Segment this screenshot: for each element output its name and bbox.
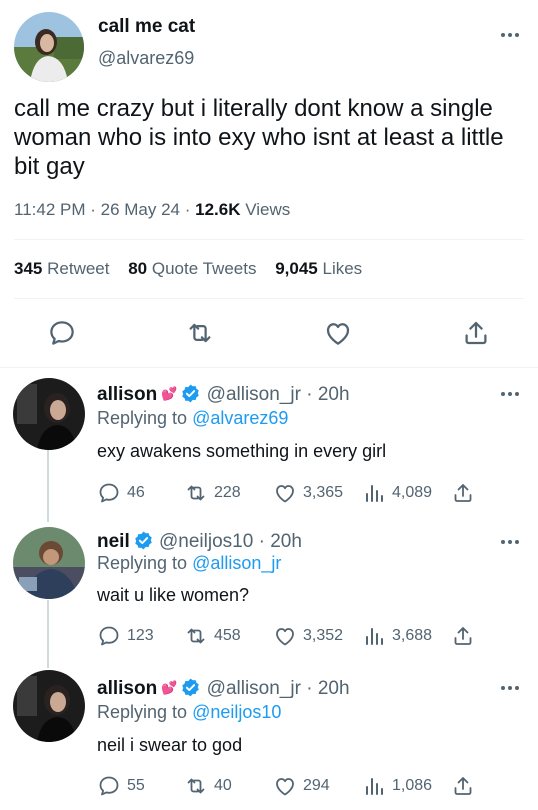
reply-text: exy awakens something in every girl bbox=[97, 441, 387, 461]
replying-to: Replying to @alvarez69 bbox=[97, 408, 289, 428]
engagement-stats: 345 Retweet 80 Quote Tweets 9,045 Likes bbox=[14, 259, 362, 279]
thread-line bbox=[47, 600, 49, 668]
tweet-time[interactable]: 11:42 PM bbox=[14, 200, 86, 219]
verified-icon bbox=[133, 530, 154, 551]
replying-to: Replying to @allison_jr bbox=[97, 553, 282, 573]
retweet-icon bbox=[184, 624, 208, 648]
reply-handle[interactable]: @allison_jr bbox=[207, 678, 301, 699]
reply-header: allison 💕 @allison_jr · 20h bbox=[97, 677, 350, 699]
quotes-stat[interactable]: 80 Quote Tweets bbox=[128, 259, 256, 278]
thread-line bbox=[47, 450, 49, 522]
like-count[interactable]: 3,365 bbox=[273, 481, 343, 505]
more-icon[interactable] bbox=[501, 540, 519, 544]
heart-emoji-icon: 💕 bbox=[161, 680, 178, 695]
reply-count[interactable]: 46 bbox=[97, 481, 145, 505]
retweets-stat[interactable]: 345 Retweet bbox=[14, 259, 109, 278]
likes-stat[interactable]: 9,045 Likes bbox=[275, 259, 362, 278]
tweet-meta: 11:42 PM · 26 May 24 · 12.6K Views bbox=[14, 200, 291, 219]
like-icon[interactable] bbox=[323, 318, 353, 348]
retweet-icon bbox=[184, 481, 208, 505]
reply-header: neil @neiljos10 · 20h bbox=[97, 530, 302, 552]
more-icon[interactable] bbox=[501, 686, 519, 690]
views-icon bbox=[362, 481, 386, 505]
reply-icon bbox=[97, 774, 121, 798]
reply-display-name[interactable]: allison bbox=[97, 384, 157, 405]
divider bbox=[0, 367, 538, 368]
reply-icon[interactable] bbox=[47, 318, 77, 348]
views-count[interactable]: 3,688 bbox=[362, 624, 432, 648]
more-icon[interactable] bbox=[501, 33, 519, 37]
like-icon bbox=[273, 624, 297, 648]
views-icon bbox=[362, 624, 386, 648]
replying-to-link[interactable]: @alvarez69 bbox=[192, 408, 288, 428]
replying-to-link[interactable]: @neiljos10 bbox=[192, 702, 281, 722]
tweet-date[interactable]: 26 May 24 bbox=[101, 200, 180, 219]
reply-icon bbox=[97, 624, 121, 648]
reply-icon bbox=[97, 481, 121, 505]
retweet-count[interactable]: 40 bbox=[184, 774, 232, 798]
share-icon[interactable] bbox=[461, 318, 491, 348]
views-count[interactable]: 4,089 bbox=[362, 481, 432, 505]
replying-to-link[interactable]: @allison_jr bbox=[192, 553, 281, 573]
retweet-count[interactable]: 458 bbox=[184, 624, 241, 648]
like-count[interactable]: 3,352 bbox=[273, 624, 343, 648]
main-avatar[interactable] bbox=[14, 12, 84, 82]
reply-handle[interactable]: @allison_jr bbox=[207, 384, 301, 405]
reply-count[interactable]: 123 bbox=[97, 624, 154, 648]
reply-age[interactable]: 20h bbox=[270, 531, 302, 552]
share-icon[interactable] bbox=[451, 774, 475, 798]
divider bbox=[14, 239, 524, 240]
reply-avatar[interactable] bbox=[13, 670, 85, 742]
reply-header: allison 💕 @allison_jr · 20h bbox=[97, 383, 350, 405]
reply-display-name[interactable]: allison bbox=[97, 678, 157, 699]
reply-avatar[interactable] bbox=[13, 527, 85, 599]
main-handle[interactable]: @alvarez69 bbox=[98, 48, 194, 69]
views-count: 12.6K bbox=[195, 200, 241, 219]
like-icon bbox=[273, 481, 297, 505]
views-count[interactable]: 1,086 bbox=[362, 774, 432, 798]
share-icon[interactable] bbox=[451, 481, 475, 505]
verified-icon bbox=[180, 677, 201, 698]
share-icon[interactable] bbox=[451, 624, 475, 648]
views-icon bbox=[362, 774, 386, 798]
reply-handle[interactable]: @neiljos10 bbox=[159, 531, 253, 552]
retweet-count[interactable]: 228 bbox=[184, 481, 241, 505]
retweet-icon[interactable] bbox=[185, 318, 215, 348]
more-icon[interactable] bbox=[501, 392, 519, 396]
main-display-name[interactable]: call me cat bbox=[98, 16, 195, 38]
like-count[interactable]: 294 bbox=[273, 774, 330, 798]
main-tweet-text: call me crazy but i literally dont know … bbox=[14, 95, 504, 180]
verified-icon bbox=[180, 383, 201, 404]
reply-age[interactable]: 20h bbox=[318, 678, 350, 699]
reply-display-name[interactable]: neil bbox=[97, 531, 130, 552]
reply-text: wait u like women? bbox=[97, 585, 250, 605]
reply-avatar[interactable] bbox=[13, 378, 85, 450]
like-icon bbox=[273, 774, 297, 798]
replying-to: Replying to @neiljos10 bbox=[97, 702, 282, 722]
divider bbox=[14, 298, 524, 299]
reply-count[interactable]: 55 bbox=[97, 774, 145, 798]
reply-text: neil i swear to god bbox=[97, 735, 243, 755]
views-label: Views bbox=[245, 200, 291, 219]
reply-age[interactable]: 20h bbox=[318, 384, 350, 405]
retweet-icon bbox=[184, 774, 208, 798]
heart-emoji-icon: 💕 bbox=[161, 386, 178, 401]
